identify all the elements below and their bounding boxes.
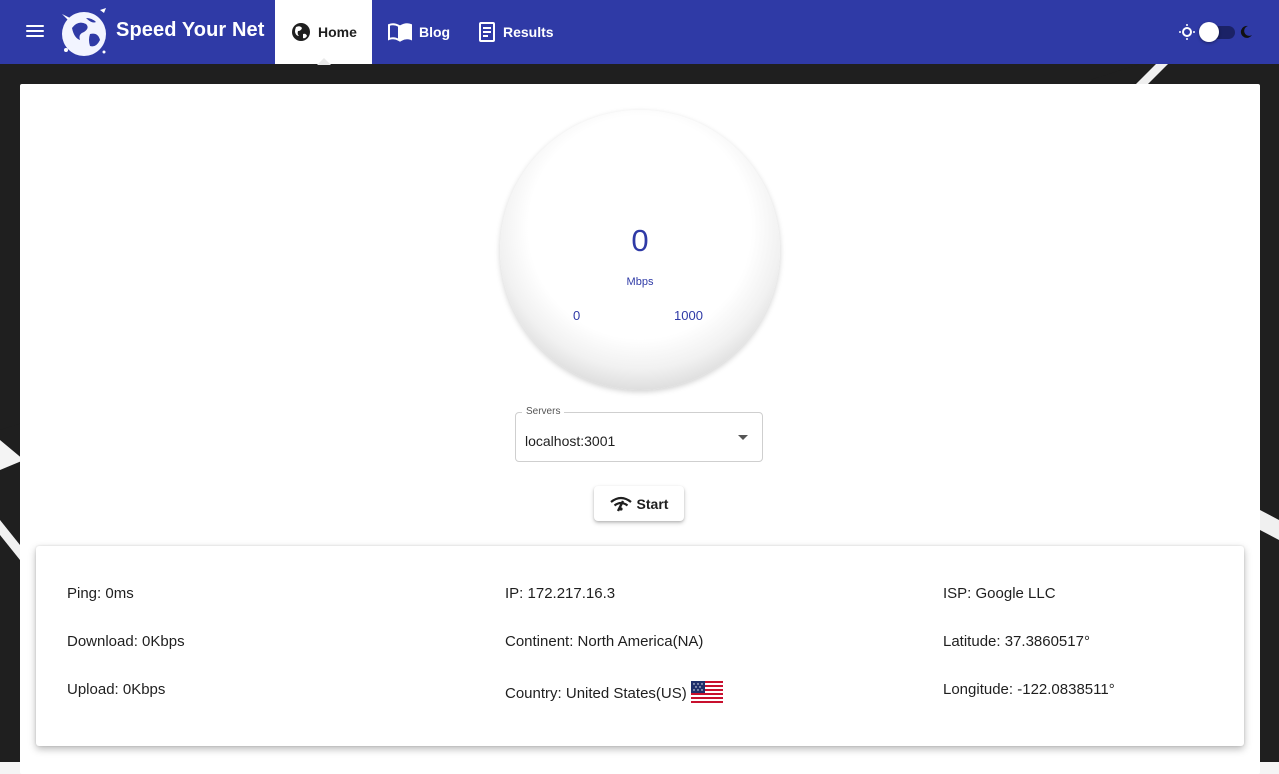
- brand-title: Speed Your Net: [116, 19, 265, 41]
- start-button[interactable]: Start: [594, 486, 684, 521]
- sun-icon: [1179, 24, 1195, 40]
- gauge-value: 0: [631, 223, 649, 258]
- top-app-bar: Speed Your Net Home Blog Results: [0, 0, 1279, 65]
- gauge-min-label: 0: [573, 308, 581, 323]
- tab-blog[interactable]: Blog: [388, 0, 450, 64]
- ping-text: Ping: 0ms: [67, 585, 134, 602]
- tab-blog-label: Blog: [419, 24, 451, 40]
- tab-home-label: Home: [318, 24, 357, 40]
- moon-icon: [1240, 25, 1252, 38]
- menu-icon[interactable]: [24, 22, 46, 42]
- book-icon: [388, 23, 412, 42]
- theme-switch-thumb[interactable]: [1199, 22, 1219, 42]
- country-row: Country: United States(US): [505, 681, 723, 705]
- caret-down-icon: [738, 435, 748, 440]
- isp-text: ISP: Google LLC: [943, 585, 1056, 602]
- upload-text: Upload: 0Kbps: [67, 681, 166, 698]
- logo-globe-icon: [62, 8, 106, 56]
- latitude-text: Latitude: 37.3860517°: [943, 633, 1090, 650]
- wifi-icon: [609, 496, 632, 512]
- us-flag-icon: [690, 681, 723, 705]
- continent-text: Continent: North America(NA): [505, 633, 704, 650]
- tab-results-label: Results: [503, 24, 554, 40]
- main-card: 0 Mbps 0 1000 Servers localhost:3001 Sta…: [20, 84, 1260, 774]
- servers-select-label: Servers: [522, 406, 565, 417]
- tab-home[interactable]: Home: [275, 0, 372, 65]
- longitude-text: Longitude: -122.0838511°: [943, 681, 1115, 698]
- connection-info-panel: Ping: 0ms Download: 0Kbps Upload: 0Kbps …: [36, 546, 1244, 746]
- download-text: Download: 0Kbps: [67, 633, 185, 650]
- servers-select-value: localhost:3001: [525, 433, 616, 449]
- gauge-unit: Mbps: [626, 276, 654, 288]
- start-button-label: Start: [636, 495, 669, 512]
- tab-results[interactable]: Results: [478, 0, 554, 64]
- ip-text: IP: 172.217.16.3: [505, 585, 616, 602]
- theme-toggle[interactable]: [1179, 22, 1252, 42]
- country-text: Country: United States(US): [505, 684, 687, 702]
- speed-gauge: 0 Mbps 0 1000: [500, 110, 780, 390]
- gauge-max-label: 1000: [674, 308, 703, 323]
- globe-icon: [292, 23, 310, 41]
- servers-select[interactable]: Servers localhost:3001: [515, 406, 763, 462]
- receipt-icon: [479, 22, 495, 42]
